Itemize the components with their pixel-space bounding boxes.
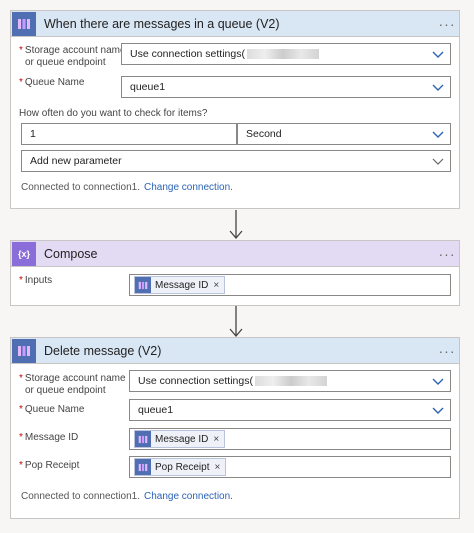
delete-message-card-title: Delete message (V2) [44, 343, 162, 358]
message-id-token[interactable]: Message ID × [134, 276, 226, 294]
message-id-field[interactable]: Message ID × [129, 428, 451, 450]
queue-name-select[interactable]: queue1 [121, 76, 451, 98]
close-icon[interactable]: × [213, 434, 219, 445]
chevron-down-icon [432, 51, 444, 58]
pop-receipt-field[interactable]: Pop Receipt × [129, 456, 451, 478]
arrow-down-icon [229, 306, 243, 337]
chevron-down-icon [432, 378, 444, 385]
inputs-label: * Inputs [19, 275, 53, 286]
change-connection-link[interactable]: Change connection. [144, 491, 233, 502]
queue-icon [135, 459, 151, 475]
message-id-token[interactable]: Message ID × [134, 430, 226, 448]
pop-receipt-token[interactable]: Pop Receipt × [134, 458, 227, 476]
redacted-text [246, 49, 319, 59]
frequency-select[interactable]: Second [237, 123, 451, 145]
queue-icon [12, 338, 36, 363]
pop-receipt-label: * Pop Receipt [19, 460, 80, 471]
trigger-card-header[interactable]: When there are messages in a queue (V2) … [11, 11, 459, 37]
message-id-label: * Message ID [19, 432, 79, 443]
queue-icon [135, 277, 151, 293]
delete-message-card-header[interactable]: Delete message (V2) ··· [11, 338, 459, 364]
trigger-card-title: When there are messages in a queue (V2) [44, 16, 280, 31]
compose-card-title: Compose [44, 246, 98, 261]
storage-account-select[interactable]: Use connection settings( [129, 370, 451, 392]
queue-icon [12, 11, 36, 36]
compose-card: {x} Compose ··· * Inputs Message ID × [10, 240, 460, 306]
more-icon[interactable]: ··· [435, 16, 459, 32]
queue-icon [135, 431, 151, 447]
redacted-text [254, 376, 327, 386]
chevron-down-icon [432, 407, 444, 414]
storage-account-label: * Storage account name or queue endpoint [19, 373, 126, 396]
interval-input[interactable]: 1 [21, 123, 237, 145]
queue-name-select[interactable]: queue1 [129, 399, 451, 421]
arrow-down-icon [229, 210, 243, 239]
interval-label: How often do you want to check for items… [19, 108, 208, 119]
storage-account-select[interactable]: Use connection settings( [121, 43, 451, 65]
queue-name-label: * Queue Name [19, 77, 85, 88]
more-icon[interactable]: ··· [435, 246, 459, 262]
storage-account-label: * Storage account name or queue endpoint [19, 45, 126, 68]
connection-status: Connected to connection1. Change connecti… [21, 182, 233, 193]
delete-message-card: Delete message (V2) ··· * Storage account… [10, 337, 460, 519]
compose-card-header[interactable]: {x} Compose ··· [11, 241, 459, 267]
close-icon[interactable]: × [214, 462, 220, 473]
queue-name-label: * Queue Name [19, 404, 85, 415]
chevron-down-icon [432, 131, 444, 138]
more-icon[interactable]: ··· [435, 343, 459, 359]
chevron-down-icon [432, 84, 444, 91]
close-icon[interactable]: × [213, 280, 219, 291]
inputs-field[interactable]: Message ID × [129, 274, 451, 296]
connection-status: Connected to connection1. Change connecti… [21, 491, 233, 502]
trigger-card: When there are messages in a queue (V2) … [10, 10, 460, 209]
chevron-down-icon [432, 158, 444, 165]
add-new-parameter-select[interactable]: Add new parameter [21, 150, 451, 172]
change-connection-link[interactable]: Change connection. [144, 182, 233, 193]
compose-icon: {x} [12, 241, 36, 266]
